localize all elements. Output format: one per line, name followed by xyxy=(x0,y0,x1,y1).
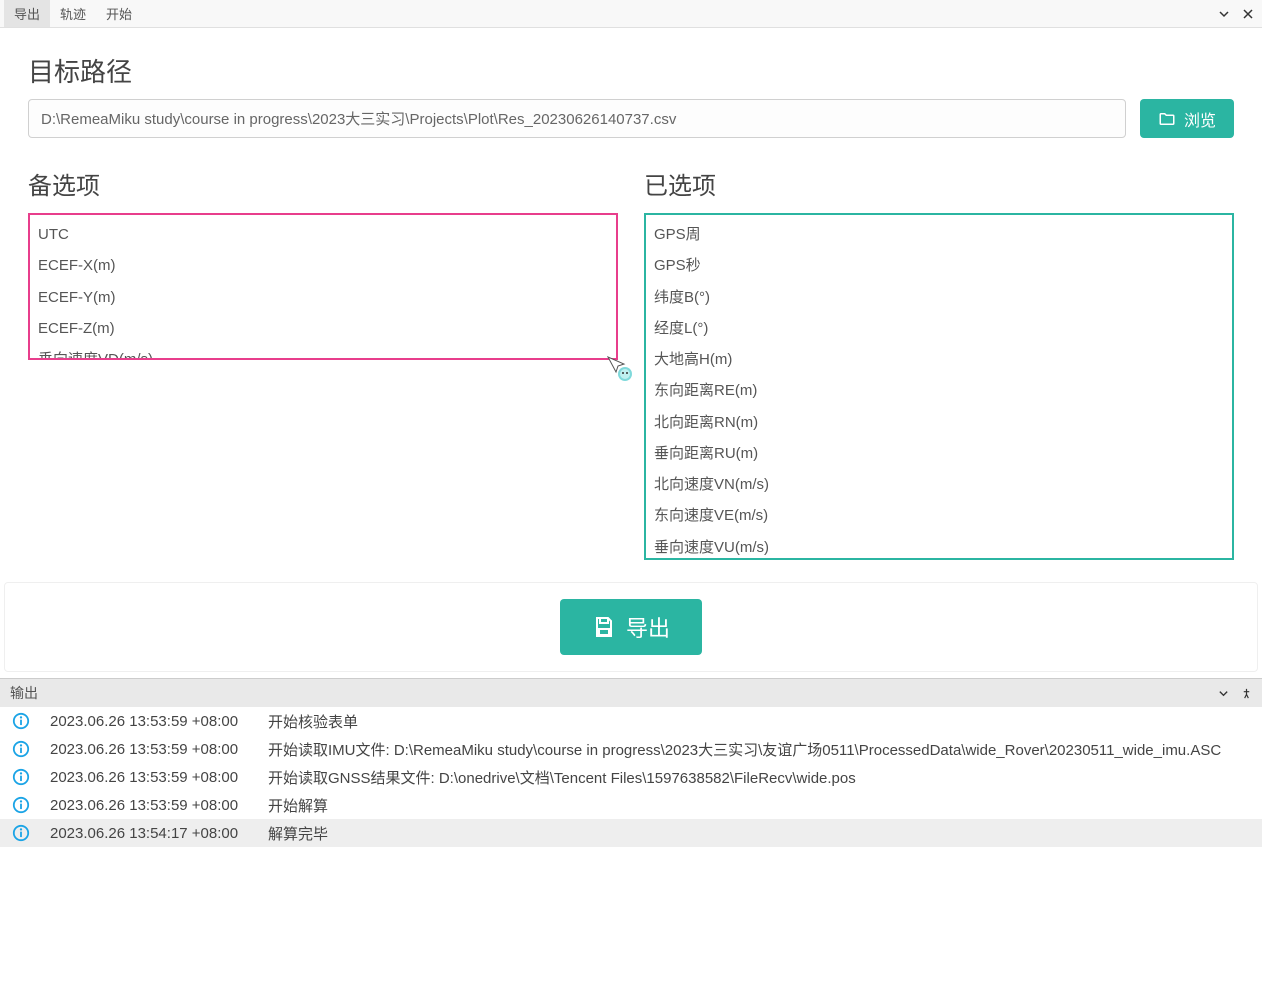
list-item[interactable]: GPS秒 xyxy=(646,250,1232,281)
list-item[interactable]: 北向速度VN(m/s) xyxy=(646,469,1232,500)
log-timestamp: 2023.06.26 13:54:17 +08:00 xyxy=(50,825,250,842)
log-message: 开始解算 xyxy=(268,795,1252,816)
output-panel: 输出 2023.06.26 13:53:59 +08:00开始核验表单2023.… xyxy=(0,678,1262,990)
main-area: 目标路径 浏览 备选项 UTCECEF-X(m)ECEF-Y(m)ECEF-Z(… xyxy=(0,28,1262,568)
path-section-title: 目标路径 xyxy=(28,52,1234,89)
menu-item[interactable]: 开始 xyxy=(96,0,142,27)
export-button[interactable]: 导出 xyxy=(560,599,702,655)
log-row[interactable]: 2023.06.26 13:53:59 +08:00 开始核验表单 xyxy=(0,707,1262,735)
list-item[interactable]: 垂向距离RU(m) xyxy=(646,438,1232,469)
list-item[interactable]: 纬度B(°) xyxy=(646,282,1232,313)
export-section: 导出 xyxy=(4,582,1258,672)
list-item[interactable]: 东向速度VE(m/s) xyxy=(646,500,1232,531)
chevron-down-icon[interactable] xyxy=(1218,8,1230,20)
output-log[interactable]: 2023.06.26 13:53:59 +08:00开始核验表单2023.06.… xyxy=(0,707,1262,990)
log-row[interactable]: 2023.06.26 13:53:59 +08:00 开始解算 xyxy=(0,791,1262,819)
available-title: 备选项 xyxy=(28,166,618,201)
list-item[interactable]: UTC xyxy=(30,219,616,250)
export-label: 导出 xyxy=(626,611,670,643)
path-input[interactable] xyxy=(28,99,1126,138)
window-controls xyxy=(1218,0,1254,28)
selected-title: 已选项 xyxy=(644,166,1234,201)
list-item[interactable]: 垂向速度VD(m/s) xyxy=(30,344,616,360)
folder-icon xyxy=(1158,110,1176,128)
info-icon xyxy=(10,822,32,844)
save-icon xyxy=(592,615,616,639)
list-item[interactable]: 经度L(°) xyxy=(646,313,1232,344)
pin-icon[interactable] xyxy=(1241,688,1252,699)
menubar: 导出轨迹开始 xyxy=(0,0,1262,28)
browse-label: 浏览 xyxy=(1184,107,1216,131)
close-icon[interactable] xyxy=(1242,8,1254,20)
list-item[interactable]: 北向距离RN(m) xyxy=(646,407,1232,438)
log-timestamp: 2023.06.26 13:53:59 +08:00 xyxy=(50,797,250,814)
log-message: 开始读取GNSS结果文件: D:\onedrive\文档\Tencent Fil… xyxy=(268,767,1252,788)
info-icon xyxy=(10,766,32,788)
log-timestamp: 2023.06.26 13:53:59 +08:00 xyxy=(50,741,250,758)
log-row[interactable]: 2023.06.26 13:53:59 +08:00 开始读取GNSS结果文件: … xyxy=(0,763,1262,791)
log-message: 开始读取IMU文件: D:\RemeaMiku study\course in … xyxy=(268,739,1252,760)
list-item[interactable]: ECEF-X(m) xyxy=(30,250,616,281)
log-timestamp: 2023.06.26 13:53:59 +08:00 xyxy=(50,713,250,730)
list-item[interactable]: GPS周 xyxy=(646,219,1232,250)
list-item[interactable]: 大地高H(m) xyxy=(646,344,1232,375)
log-row[interactable]: 2023.06.26 13:54:17 +08:00 解算完毕 xyxy=(0,819,1262,847)
log-timestamp: 2023.06.26 13:53:59 +08:00 xyxy=(50,769,250,786)
list-item[interactable]: 东向距离RE(m) xyxy=(646,375,1232,406)
info-icon xyxy=(10,710,32,732)
browse-button[interactable]: 浏览 xyxy=(1140,99,1234,138)
output-title: 输出 xyxy=(10,683,38,703)
list-item[interactable]: ECEF-Y(m) xyxy=(30,282,616,313)
log-message: 开始核验表单 xyxy=(268,711,1252,732)
available-list[interactable]: UTCECEF-X(m)ECEF-Y(m)ECEF-Z(m)垂向速度VD(m/s… xyxy=(28,213,618,360)
list-item[interactable]: ECEF-Z(m) xyxy=(30,313,616,344)
info-icon xyxy=(10,738,32,760)
menu-item[interactable]: 轨迹 xyxy=(50,0,96,27)
log-row[interactable]: 2023.06.26 13:53:59 +08:00 开始读取IMU文件: D:\… xyxy=(0,735,1262,763)
log-message: 解算完毕 xyxy=(268,823,1252,844)
selected-list[interactable]: GPS周GPS秒纬度B(°)经度L(°)大地高H(m)东向距离RE(m)北向距离… xyxy=(644,213,1234,560)
info-icon xyxy=(10,794,32,816)
chevron-down-icon[interactable] xyxy=(1218,688,1229,699)
list-item[interactable]: 垂向速度VU(m/s) xyxy=(646,532,1232,561)
menu-item[interactable]: 导出 xyxy=(4,0,50,27)
